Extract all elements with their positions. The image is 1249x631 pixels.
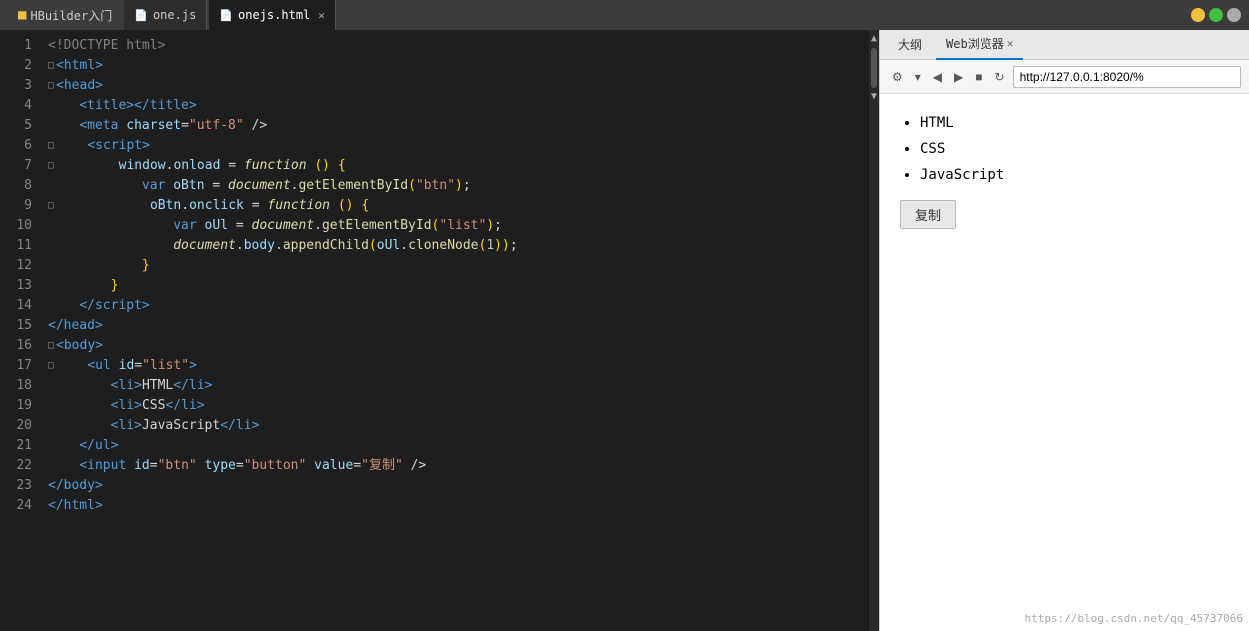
tab-one-js-label: one.js — [153, 8, 196, 22]
code-line-8: var oBtn = document.getElementById("btn"… — [48, 176, 869, 196]
file-icon: 📄 — [134, 9, 148, 22]
settings-button[interactable]: ⚙ — [888, 68, 907, 86]
code-line-11: document.body.appendChild(oUl.cloneNode(… — [48, 236, 869, 256]
editor-content: 123456789101112131415161718192021222324 … — [0, 30, 879, 631]
code-line-12: } — [48, 256, 869, 276]
collapse-marker[interactable]: □ — [48, 196, 54, 216]
code-line-17: □ <ul id="list"> — [48, 356, 869, 376]
code-line-6: □ <script> — [48, 136, 869, 156]
code-line-16: □<body> — [48, 336, 869, 356]
code-line-5: <meta charset="utf-8" /> — [48, 116, 869, 136]
code-line-4: <title></title> — [48, 96, 869, 116]
refresh-icon: ↻ — [995, 70, 1005, 84]
browser-content: HTMLCSSJavaScript 复制 — [880, 94, 1249, 631]
tab-onejs-html[interactable]: 📄 onejs.html ✕ — [209, 0, 336, 30]
browser-toolbar: ⚙ ▾ ◀ ▶ ■ ↻ — [880, 60, 1249, 94]
scroll-up-arrow[interactable]: ▲ — [871, 32, 877, 46]
tab-web-browser[interactable]: Web浏览器 ✕ — [936, 30, 1023, 60]
collapse-marker[interactable]: □ — [48, 136, 54, 156]
code-line-18: <li>HTML</li> — [48, 376, 869, 396]
stop-button[interactable]: ■ — [971, 68, 986, 86]
right-tab-close-button[interactable]: ✕ — [1007, 37, 1014, 50]
code-line-7: □ window.onload = function () { — [48, 156, 869, 176]
list-item: CSS — [920, 136, 1229, 162]
list-item: HTML — [920, 110, 1229, 136]
forward-icon: ▶ — [954, 70, 963, 84]
code-line-20: <li>JavaScript</li> — [48, 416, 869, 436]
list-item: JavaScript — [920, 162, 1229, 188]
maximize-button[interactable] — [1209, 8, 1223, 22]
browser-list: HTMLCSSJavaScript — [900, 110, 1229, 188]
scroll-down-arrow[interactable]: ▼ — [871, 90, 877, 104]
close-window-button[interactable] — [1227, 8, 1241, 22]
gear-icon: ⚙ — [892, 70, 903, 84]
code-line-19: <li>CSS</li> — [48, 396, 869, 416]
code-line-3: □<head> — [48, 76, 869, 96]
back-button[interactable]: ◀ — [929, 68, 946, 86]
file-icon-2: 📄 — [219, 9, 233, 22]
line-numbers: 123456789101112131415161718192021222324 — [0, 30, 40, 631]
window-controls — [1191, 8, 1241, 22]
address-bar[interactable] — [1013, 66, 1241, 88]
code-line-13: } — [48, 276, 869, 296]
code-editor[interactable]: <!DOCTYPE html>□<html>□<head> <title></t… — [40, 30, 869, 631]
back-icon: ◀ — [933, 70, 942, 84]
forward-button[interactable]: ▶ — [950, 68, 967, 86]
code-line-21: </ul> — [48, 436, 869, 456]
code-line-1: <!DOCTYPE html> — [48, 36, 869, 56]
code-line-23: </body> — [48, 476, 869, 496]
code-line-24: </html> — [48, 496, 869, 516]
tab-close-button[interactable]: ✕ — [318, 9, 325, 22]
collapse-marker[interactable]: □ — [48, 336, 54, 356]
collapse-marker[interactable]: □ — [48, 156, 54, 176]
copy-button[interactable]: 复制 — [900, 200, 956, 229]
titlebar: ■ HBuilder入门 📄 one.js 📄 onejs.html ✕ — [0, 0, 1249, 30]
vertical-scrollbar[interactable]: ▲ ▼ — [869, 30, 879, 631]
collapse-marker[interactable]: □ — [48, 76, 54, 96]
web-browser-tab-label: Web浏览器 — [946, 35, 1004, 52]
code-line-10: var oUl = document.getElementById("list"… — [48, 216, 869, 236]
chevron-down-icon: ▾ — [915, 70, 921, 84]
app-title-label: HBuilder入门 — [30, 7, 112, 24]
tab-outline[interactable]: 大纲 — [888, 30, 932, 60]
main-area: 123456789101112131415161718192021222324 … — [0, 30, 1249, 631]
right-panel-header: 大纲 Web浏览器 ✕ — [880, 30, 1249, 60]
code-line-22: <input id="btn" type="button" value="复制"… — [48, 456, 869, 476]
refresh-button[interactable]: ↻ — [991, 68, 1009, 86]
hbuilder-icon: ■ — [18, 7, 26, 23]
editor-panel: 123456789101112131415161718192021222324 … — [0, 30, 879, 631]
scroll-thumb[interactable] — [871, 48, 877, 88]
tab-onejs-html-label: onejs.html — [238, 8, 310, 22]
outline-tab-label: 大纲 — [898, 36, 922, 53]
collapse-marker[interactable]: □ — [48, 356, 54, 376]
code-line-2: □<html> — [48, 56, 869, 76]
collapse-marker[interactable]: □ — [48, 56, 54, 76]
tab-one-js[interactable]: 📄 one.js — [124, 0, 207, 30]
minimize-button[interactable] — [1191, 8, 1205, 22]
dropdown-button[interactable]: ▾ — [911, 68, 925, 86]
code-line-15: </head> — [48, 316, 869, 336]
code-line-14: </script> — [48, 296, 869, 316]
app-title-tab[interactable]: ■ HBuilder入门 — [8, 7, 122, 24]
code-line-9: □ oBtn.onclick = function () { — [48, 196, 869, 216]
right-panel: 大纲 Web浏览器 ✕ ⚙ ▾ ◀ ▶ ■ ↻ — [879, 30, 1249, 631]
stop-icon: ■ — [975, 70, 982, 84]
